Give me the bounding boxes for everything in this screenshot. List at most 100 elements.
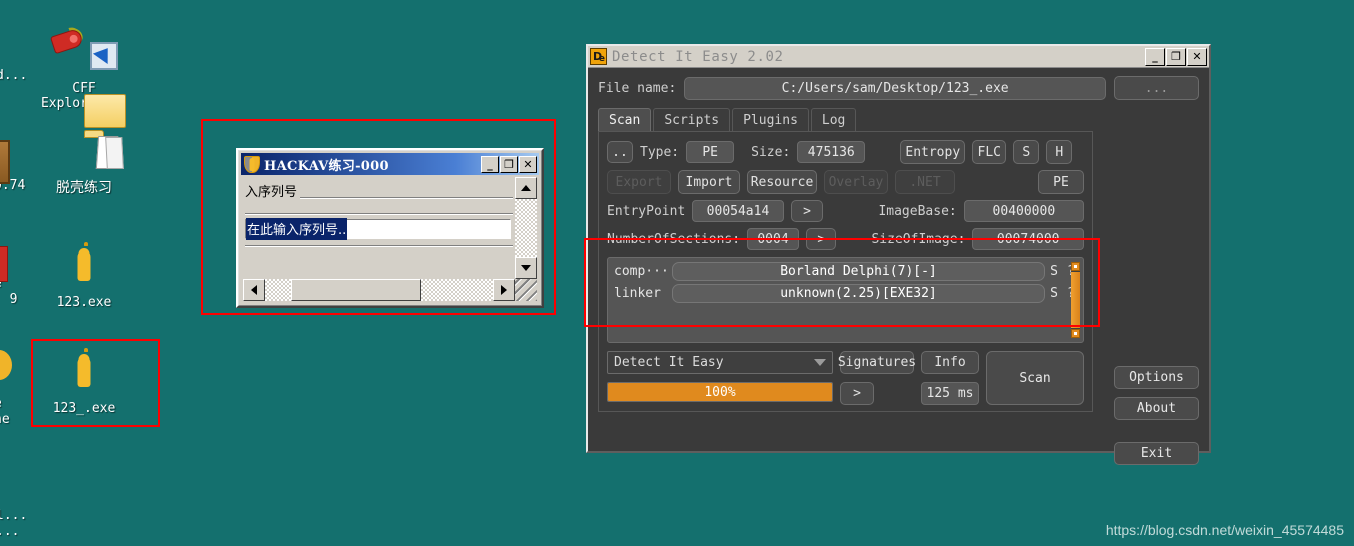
flc-button[interactable]: FLC [972,140,1007,164]
detect-it-easy-window[interactable]: De Detect It Easy 2.02 _ ❐ ✕ File name: … [586,44,1211,465]
scan-results-list[interactable]: comp··· Borland Delphi(7)[-] S ? linker … [607,257,1084,343]
vertical-scrollbar[interactable] [515,177,537,279]
horizontal-scrollbar[interactable] [243,279,515,301]
results-scroll-down-button[interactable] [1071,329,1080,338]
about-button[interactable]: About [1114,397,1199,420]
die-title-text: Detect It Easy 2.02 [612,48,784,65]
scan-panel: .. Type: PE Size: 475136 Entropy FLC S H… [598,131,1093,412]
desktop-icon-label: 脱壳练习 [56,180,112,196]
scroll-up-button[interactable] [515,177,537,199]
entrypoint-goto-button[interactable]: > [790,200,824,222]
result-signature-button[interactable]: S [1045,286,1063,301]
shield-icon [244,155,260,173]
pe-button[interactable]: PE [1038,170,1084,194]
results-scroll-thumb[interactable] [1071,272,1080,328]
scan-button[interactable]: Scan [986,351,1084,405]
clipped-label-1: d... [0,68,28,83]
info-button[interactable]: Info [921,351,979,374]
clipped-icon-red [0,246,8,282]
tab-scripts[interactable]: Scripts [653,108,731,131]
browse-button[interactable]: ... [1114,76,1199,100]
engine-select[interactable]: Detect It Easy [607,351,833,374]
resource-button[interactable]: Resource [747,170,817,194]
results-scrollbar[interactable] [1071,262,1080,338]
progress-detail-button[interactable]: > [840,382,874,405]
type-value[interactable]: PE [686,141,735,163]
hackav-title-text: HACKAV练习-000 [264,158,389,174]
table-row[interactable]: comp··· Borland Delphi(7)[-] S ? [614,262,1079,281]
desktop-icon-123-exe[interactable]: 123.exe [36,242,132,310]
engine-select-value: Detect It Easy [614,355,724,370]
progress-label: 100% [704,384,736,400]
maximize-button[interactable]: ❐ [500,155,518,173]
clipped-icon-yellow [0,350,12,380]
tab-scan[interactable]: Scan [598,108,652,131]
desktop-icon-unpack-folder[interactable]: 脱壳练习 [36,94,132,196]
sizeofimage-value[interactable]: 00074000 [972,228,1084,250]
numberofsections-label: NumberOfSections: [607,231,741,247]
file-name-label: File name: [598,80,677,96]
type-label: Type: [640,144,680,160]
options-button[interactable]: Options [1114,366,1199,389]
hackav-client-area: 入序列号 在此输入序列号.. [241,175,539,303]
file-name-row: File name: C:/Users/sam/Desktop/123_.exe… [598,76,1199,100]
vscroll-track[interactable] [515,199,537,257]
clipped-icon-door [0,140,10,184]
tab-bar: Scan Scripts Plugins Log [598,108,1199,131]
scroll-right-button[interactable] [493,279,515,301]
results-scroll-up-button[interactable] [1071,262,1080,271]
desktop-icon-123-underscore-exe[interactable]: 123_.exe [36,348,132,416]
minimize-button[interactable]: _ [481,155,499,173]
export-button[interactable]: Export [607,170,671,194]
sections-goto-button[interactable]: > [805,228,837,250]
table-row[interactable]: linker unknown(2.25)[EXE32] S ? [614,284,1079,303]
die-title-bar[interactable]: De Detect It Easy 2.02 _ ❐ ✕ [588,46,1209,68]
exe-shield-icon [36,348,132,398]
clipped-label-5: l... ... [0,508,28,539]
import-button[interactable]: Import [678,170,740,194]
info-row-type: .. Type: PE Size: 475136 Entropy FLC S H [607,140,1084,164]
tab-plugins[interactable]: Plugins [732,108,809,131]
desktop: d... 0.74 e 9 e ne l... ... CFF Explorer… [0,0,1354,546]
s-button[interactable]: S [1013,140,1040,164]
serial-input-selected-text: 在此输入序列号.. [246,218,348,240]
divider-upper [245,213,513,215]
signatures-button[interactable]: Signatures [838,351,916,374]
result-kind: comp··· [614,264,669,279]
sizeofimage-label: SizeOfImage: [871,231,966,247]
scroll-left-button[interactable] [243,279,265,301]
entropy-button[interactable]: Entropy [900,140,966,164]
folder-icon [36,94,132,178]
hackav-dialog[interactable]: HACKAV练习-000 _ ❐ ✕ 入序列号 在此输入序列号.. [236,148,544,308]
close-button[interactable]: ✕ [519,155,537,173]
divider-lower [245,245,513,247]
overlay-button[interactable]: Overlay [824,170,888,194]
entrypoint-value[interactable]: 00054a14 [692,200,784,222]
result-signature-button[interactable]: S [1045,264,1063,279]
maximize-button[interactable]: ❐ [1166,47,1186,66]
tab-log[interactable]: Log [810,108,857,131]
h-button[interactable]: H [1046,140,1073,164]
scan-progress-bar: 100% [607,382,833,402]
dots-button[interactable]: .. [607,141,633,163]
exit-button[interactable]: Exit [1114,442,1199,465]
scroll-down-button[interactable] [515,257,537,279]
net-button[interactable]: .NET [895,170,955,194]
cff-explorer-icon [36,24,132,78]
desktop-icon-label: 123_.exe [52,401,116,416]
numberofsections-value[interactable]: 0004 [747,228,799,250]
result-value[interactable]: unknown(2.25)[EXE32] [672,284,1045,303]
serial-group-label: 入序列号 [245,181,301,200]
hackav-title-bar[interactable]: HACKAV练习-000 _ ❐ ✕ [241,153,539,175]
hscroll-thumb[interactable] [291,279,421,301]
resize-grip[interactable] [515,279,537,301]
minimize-button[interactable]: _ [1145,47,1165,66]
die-body: File name: C:/Users/sam/Desktop/123_.exe… [588,68,1209,465]
exe-shield-icon [36,242,132,292]
imagebase-value[interactable]: 00400000 [963,200,1084,222]
file-name-field[interactable]: C:/Users/sam/Desktop/123_.exe [684,76,1106,100]
size-value[interactable]: 475136 [797,141,866,163]
serial-input[interactable]: 在此输入序列号.. [245,218,511,240]
close-button[interactable]: ✕ [1187,47,1207,66]
result-value[interactable]: Borland Delphi(7)[-] [672,262,1045,281]
